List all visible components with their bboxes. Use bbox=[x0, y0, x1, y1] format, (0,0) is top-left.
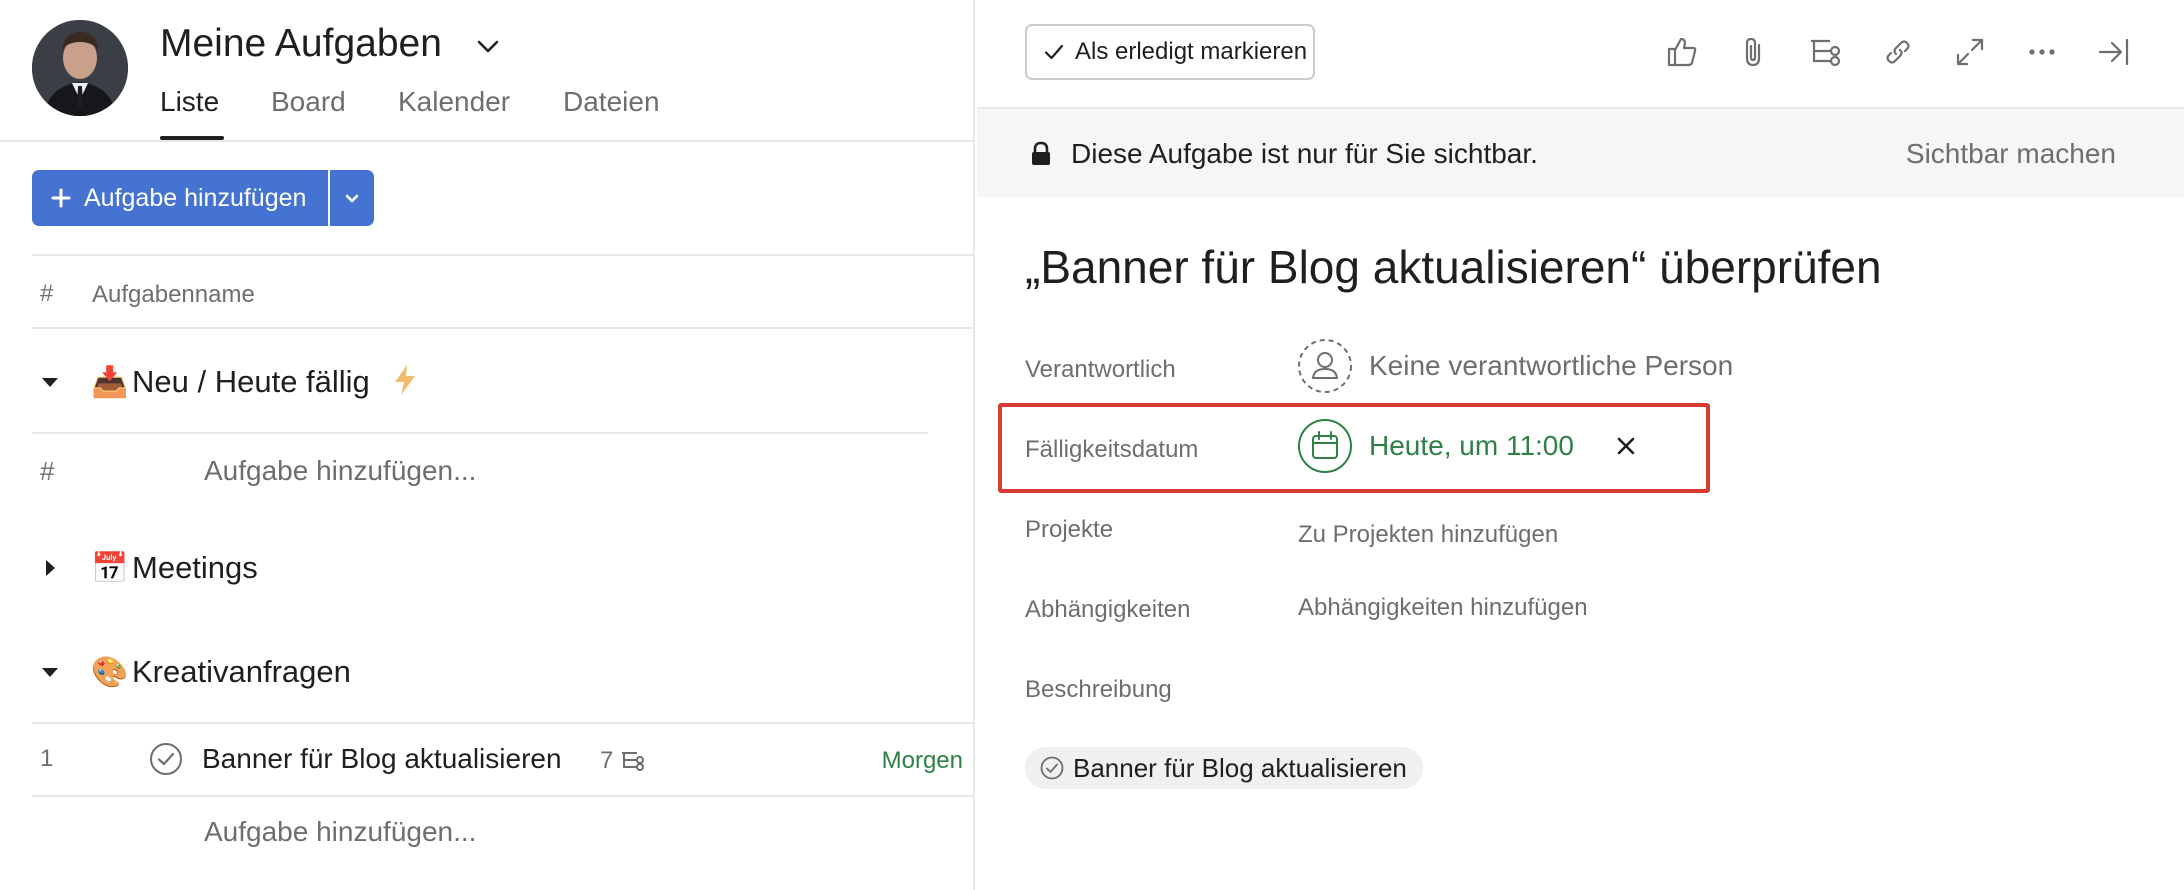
projects-label: Projekte bbox=[1025, 516, 1114, 543]
checkmark-icon bbox=[1044, 44, 1064, 60]
table-top-divider bbox=[32, 254, 975, 256]
add-task-dropdown[interactable] bbox=[330, 170, 374, 226]
dependencies-label: Abhängigkeiten bbox=[1025, 596, 1191, 623]
privacy-banner: Diese Aufgabe ist nur für Sie sichtbar. … bbox=[977, 109, 2184, 197]
person-icon[interactable] bbox=[1297, 338, 1353, 394]
mark-complete-button[interactable]: Als erledigt markieren bbox=[1025, 24, 1315, 80]
task-number: 1 bbox=[40, 745, 54, 772]
privacy-banner-text: Diese Aufgabe ist nur für Sie sichtbar. bbox=[1071, 138, 1538, 169]
section-name: Meetings bbox=[132, 550, 258, 585]
caret-down-icon[interactable] bbox=[32, 364, 68, 400]
lock-icon bbox=[1029, 141, 1053, 167]
task-due-date[interactable]: Morgen bbox=[882, 747, 963, 775]
tab-board[interactable]: Board bbox=[271, 86, 346, 118]
calendar-emoji: 📅 bbox=[91, 551, 129, 585]
add-to-projects-button[interactable]: Zu Projekten hinzufügen bbox=[1298, 521, 1558, 549]
like-icon[interactable] bbox=[1662, 32, 1702, 72]
subtask-icon[interactable] bbox=[1806, 32, 1846, 72]
add-task-button-label: Aufgabe hinzufügen bbox=[84, 183, 307, 212]
my-tasks-pane: Meine Aufgaben Liste Board Kalender Date… bbox=[0, 0, 975, 890]
add-task-inline[interactable]: Aufgabe hinzufügen... bbox=[204, 455, 476, 487]
section-divider bbox=[32, 432, 928, 434]
calendar-icon[interactable] bbox=[1297, 418, 1353, 474]
link-icon[interactable] bbox=[1878, 32, 1918, 72]
fullscreen-icon[interactable] bbox=[1950, 32, 1990, 72]
chevron-down-icon bbox=[345, 194, 359, 203]
add-dependencies-button[interactable]: Abhängigkeiten hinzufügen bbox=[1298, 594, 1588, 622]
section-name: Neu / Heute fällig bbox=[132, 364, 370, 399]
section-meetings[interactable]: 📅 Meetings bbox=[32, 538, 258, 598]
subtask-count[interactable]: 7 bbox=[600, 747, 647, 775]
plus-icon bbox=[51, 188, 71, 208]
more-icon[interactable] bbox=[2022, 32, 2062, 72]
mark-complete-label: Als erledigt markieren bbox=[1075, 38, 1308, 65]
artist-palette-emoji: 🎨 bbox=[91, 655, 129, 689]
add-task-row-hash: # bbox=[40, 456, 55, 486]
header-divider bbox=[0, 140, 975, 142]
subtask-icon bbox=[622, 752, 645, 771]
parent-task-chip[interactable]: Banner für Blog aktualisieren bbox=[1025, 747, 1423, 789]
make-public-button[interactable]: Sichtbar machen bbox=[1906, 138, 2116, 170]
add-task-inline[interactable]: Aufgabe hinzufügen... bbox=[204, 816, 476, 848]
section-kreativanfragen[interactable]: 🎨 Kreativanfragen bbox=[32, 642, 351, 702]
due-date-label: Fälligkeitsdatum bbox=[1025, 436, 1199, 463]
parent-task-name: Banner für Blog aktualisieren bbox=[1073, 752, 1407, 783]
column-header-task-name[interactable]: Aufgabenname bbox=[92, 281, 255, 309]
due-date-value[interactable]: Heute, um 11:00 bbox=[1369, 430, 1574, 462]
user-avatar[interactable] bbox=[32, 20, 128, 116]
clear-due-date-icon[interactable] bbox=[1612, 432, 1640, 460]
assignee-value[interactable]: Keine verantwortliche Person bbox=[1369, 350, 1733, 382]
column-header-number: # bbox=[40, 280, 54, 307]
tab-dateien[interactable]: Dateien bbox=[563, 86, 660, 118]
assignee-label: Verantwortlich bbox=[1025, 356, 1176, 383]
tab-kalender[interactable]: Kalender bbox=[398, 86, 510, 118]
section-neu-heute-faellig[interactable]: 📥 Neu / Heute fällig bbox=[32, 352, 418, 412]
attachment-icon[interactable] bbox=[1734, 32, 1774, 72]
section-name: Kreativanfragen bbox=[132, 654, 351, 689]
column-header-divider bbox=[32, 327, 975, 329]
check-circle-icon bbox=[1040, 756, 1064, 780]
task-name[interactable]: Banner für Blog aktualisieren bbox=[202, 743, 562, 775]
tab-liste[interactable]: Liste bbox=[160, 86, 219, 118]
inbox-tray-emoji: 📥 bbox=[91, 365, 129, 399]
table-row[interactable]: 1 Banner für Blog aktualisieren 7 Morgen bbox=[32, 723, 975, 795]
check-circle-icon[interactable] bbox=[148, 741, 184, 777]
task-title[interactable]: „Banner für Blog aktualisieren“ überprüf… bbox=[1025, 240, 1882, 294]
lightning-bolt-icon bbox=[392, 364, 418, 401]
page-title: Meine Aufgaben bbox=[160, 22, 442, 65]
task-detail-pane: Als erledigt markieren Diese Aufgabe ist… bbox=[977, 0, 2184, 890]
caret-right-icon[interactable] bbox=[32, 550, 68, 586]
caret-down-icon[interactable] bbox=[32, 654, 68, 690]
subtask-count-value: 7 bbox=[600, 747, 614, 774]
description-label: Beschreibung bbox=[1025, 676, 1172, 703]
row-divider bbox=[32, 795, 975, 797]
chevron-down-icon[interactable] bbox=[472, 30, 504, 62]
add-task-button[interactable]: Aufgabe hinzufügen bbox=[32, 170, 328, 226]
close-pane-icon[interactable] bbox=[2094, 32, 2134, 72]
